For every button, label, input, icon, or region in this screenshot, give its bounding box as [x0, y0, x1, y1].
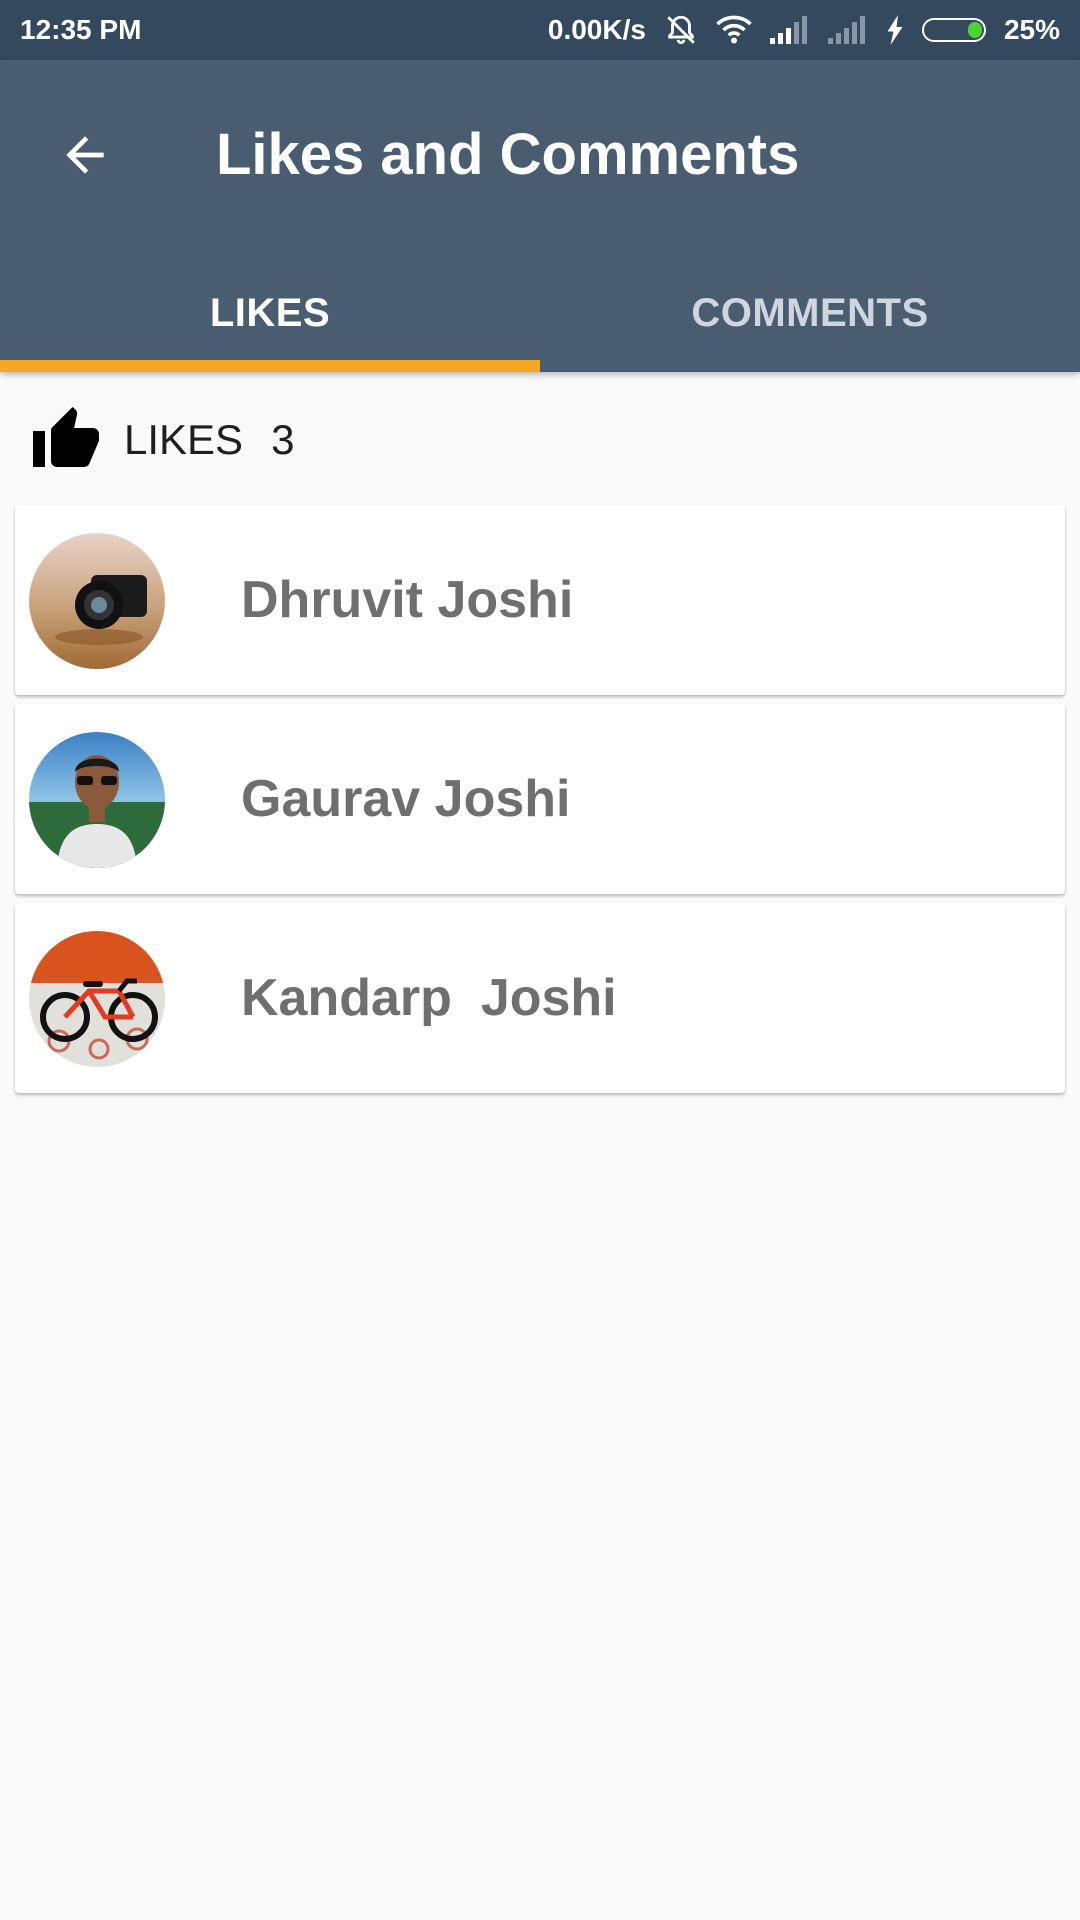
signal-icon-2 [827, 10, 868, 50]
list-item[interactable]: Gaurav Joshi [15, 704, 1065, 894]
likes-summary: LIKES 3 [30, 400, 294, 480]
battery-percent: 25% [1003, 14, 1060, 45]
likes-list: Dhruvit Joshi Gaurav Joshi Kandarp Joshi [15, 505, 1065, 1102]
likes-label: LIKES [124, 416, 244, 463]
liker-name: Gaurav Joshi [241, 770, 571, 828]
network-speed: 0.00K/s [547, 14, 646, 45]
alarm-off-icon [664, 10, 698, 50]
avatar[interactable] [29, 533, 165, 669]
avatar[interactable] [29, 931, 165, 1067]
tab-likes-label: LIKES [209, 290, 331, 335]
tab-likes[interactable]: LIKES [0, 254, 540, 372]
thumbs-up-icon [33, 407, 99, 467]
page-title: Likes and Comments [216, 122, 800, 187]
liker-name: Dhruvit Joshi [241, 571, 574, 629]
liker-name: Kandarp Joshi [241, 969, 617, 1027]
back-button[interactable] [40, 110, 130, 200]
app-bar: Likes and Comments LIKES COMMENTS [0, 60, 1080, 372]
avatar[interactable] [29, 732, 165, 868]
list-item[interactable]: Dhruvit Joshi [15, 505, 1065, 695]
signal-icon [769, 10, 810, 50]
tab-indicator [0, 360, 540, 372]
status-bar: 12:35 PM 0.00K/s 25% [0, 0, 1080, 60]
list-item[interactable]: Kandarp Joshi [15, 903, 1065, 1093]
tab-bar: LIKES COMMENTS [0, 254, 1080, 372]
arrow-left-icon [66, 136, 104, 174]
charging-icon [886, 10, 904, 50]
likes-count: 3 [271, 416, 295, 463]
status-time: 12:35 PM [20, 14, 142, 45]
tab-comments[interactable]: COMMENTS [540, 254, 1080, 372]
tab-comments-label: COMMENTS [691, 290, 929, 335]
battery-icon [921, 18, 986, 42]
status-indicators: 0.00K/s 25% [548, 10, 1060, 50]
wifi-icon [716, 10, 752, 50]
